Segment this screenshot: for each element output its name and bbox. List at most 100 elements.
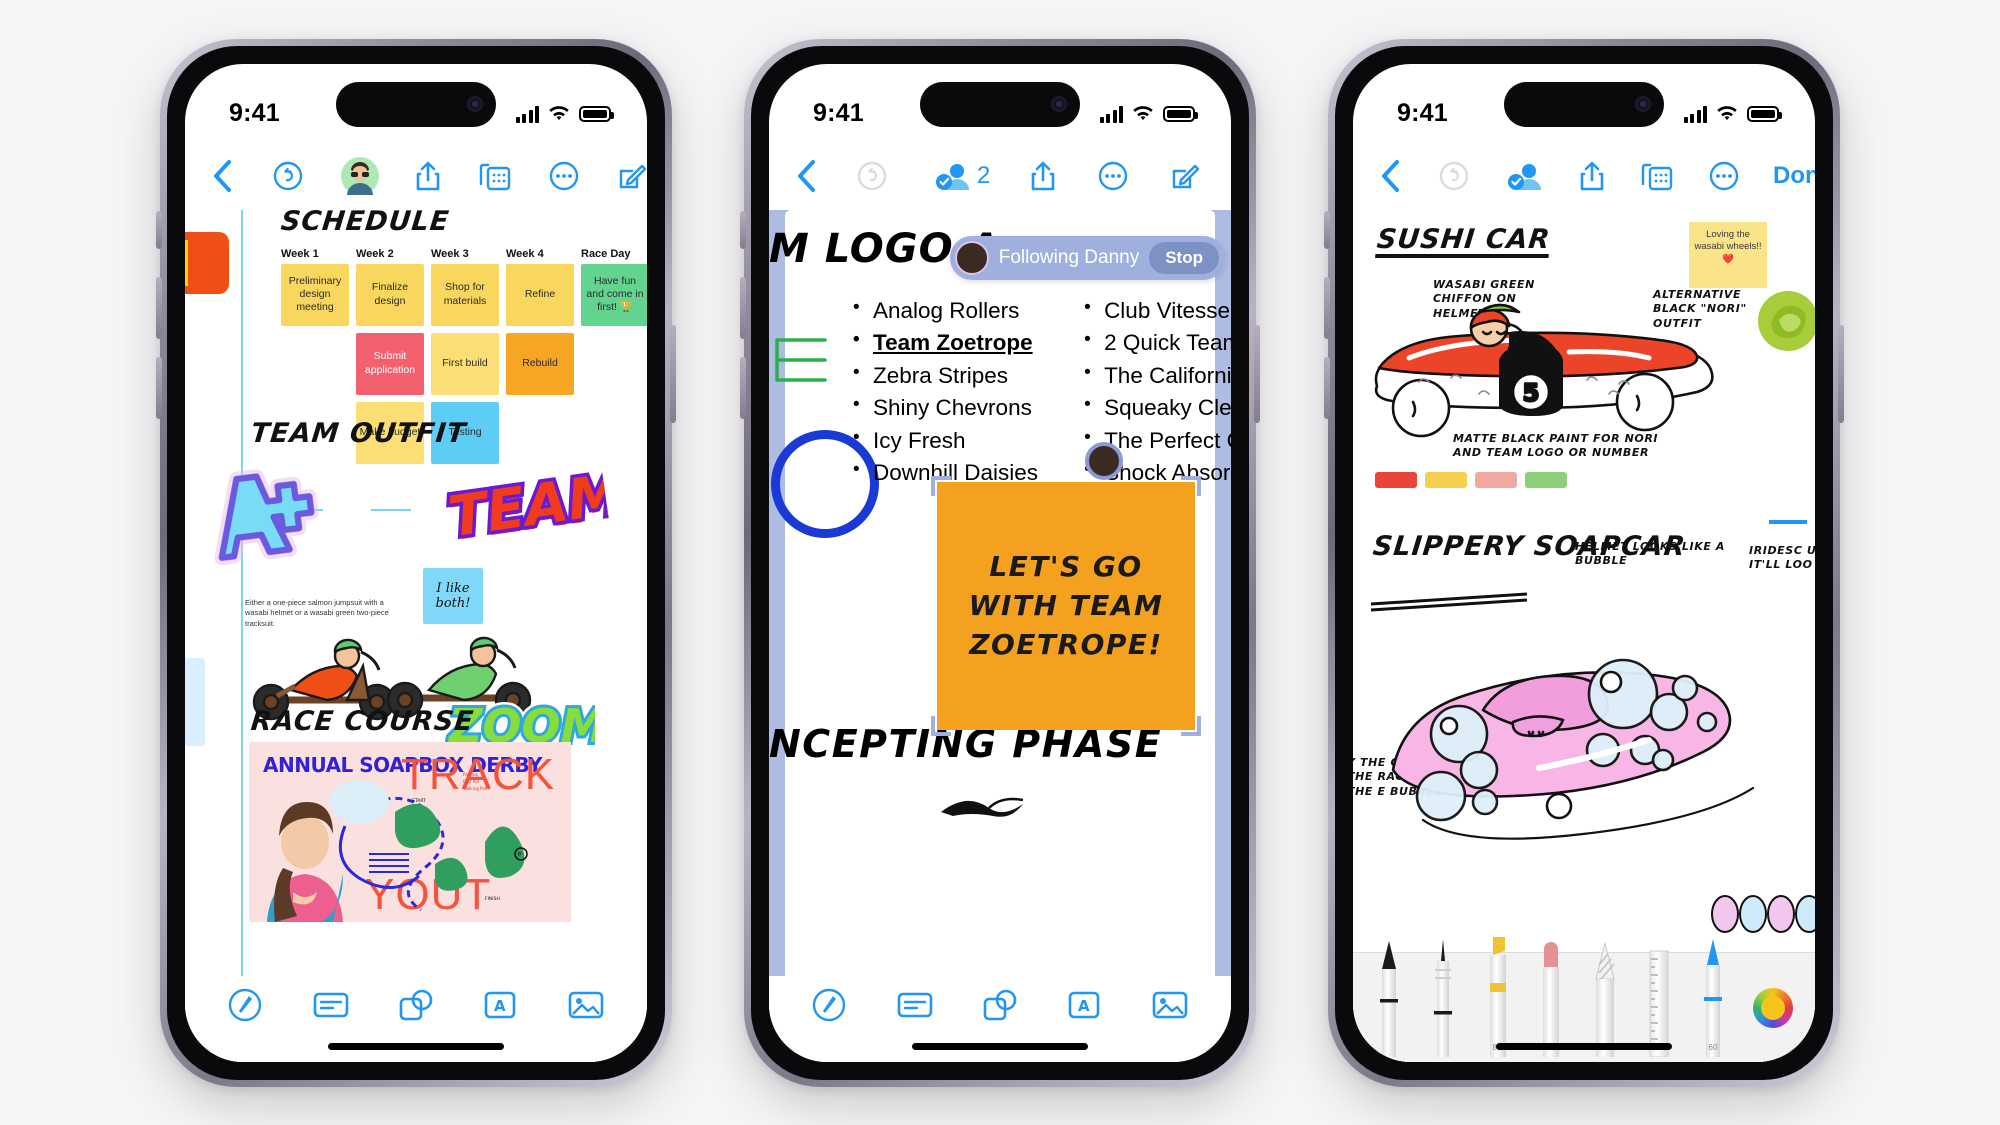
volume-up-button[interactable] — [740, 276, 746, 339]
chevron-left-icon[interactable] — [795, 159, 817, 193]
heading-underline — [1370, 592, 1528, 611]
markup-compose-icon[interactable] — [617, 161, 647, 191]
home-indicator[interactable] — [912, 1042, 1088, 1050]
list-item-selected[interactable]: Team Zoetrope — [851, 329, 1038, 356]
markup-pen-icon[interactable] — [228, 988, 262, 1027]
selection-handle-bottom-left[interactable] — [931, 715, 951, 736]
svg-text:TEAM!: TEAM! — [445, 457, 613, 549]
selection-handle-bottom-right[interactable] — [1181, 715, 1201, 736]
mute-switch[interactable] — [1324, 210, 1330, 249]
markup-compose-icon[interactable] — [1170, 161, 1200, 191]
team-name-list: Analog Rollers Team Zoetrope Zebra Strip… — [851, 297, 1231, 487]
more-ellipsis-icon[interactable] — [549, 161, 579, 191]
collaboration-people-icon[interactable] — [935, 160, 971, 192]
collaboration-people-icon[interactable] — [1507, 160, 1543, 192]
list-item[interactable]: Analog Rollers — [851, 297, 1038, 324]
insert-object-icon[interactable] — [479, 161, 511, 191]
share-icon[interactable] — [1030, 160, 1056, 192]
orange-shape-sticker[interactable] — [185, 231, 229, 294]
photo-media-icon[interactable] — [1152, 990, 1188, 1025]
schedule-column: Race Day Have fun and come in first! 🏆 — [581, 248, 647, 464]
share-icon[interactable] — [1579, 160, 1605, 192]
race-course-map[interactable]: ANNUAL SOAPBOX DERBY TRACK YOUT Parking … — [249, 741, 571, 922]
undo-icon[interactable] — [273, 161, 303, 191]
sticky-note-comment[interactable]: Loving the wasabi wheels!! ❤️ — [1689, 221, 1767, 288]
list-item[interactable]: Shiny Chevrons — [851, 394, 1038, 421]
note-line: WITH TEAM — [968, 589, 1164, 622]
volume-down-button[interactable] — [1324, 356, 1330, 419]
freeform-board-left[interactable]: SCHEDULE Week 1 Preliminary design meeti… — [185, 209, 647, 1062]
sticky-note[interactable]: Have fun and come in first! 🏆 — [581, 263, 647, 326]
markup-pen-icon[interactable] — [812, 988, 846, 1027]
status-indicators — [1099, 105, 1198, 123]
list-column-left: Analog Rollers Team Zoetrope Zebra Strip… — [851, 297, 1038, 487]
text-box-icon[interactable] — [897, 990, 933, 1025]
power-button[interactable] — [1254, 324, 1260, 423]
stop-following-button[interactable]: Stop — [1149, 241, 1219, 274]
volume-down-button[interactable] — [156, 356, 162, 419]
swatch-yellow[interactable] — [1425, 471, 1467, 488]
collaborator-avatar-icon[interactable] — [341, 156, 379, 195]
column-header: Race Day — [581, 247, 631, 260]
pen-tool[interactable] — [1375, 935, 1403, 1062]
battery-icon — [1163, 105, 1198, 122]
more-ellipsis-icon[interactable] — [1098, 161, 1128, 191]
swatch-salmon[interactable] — [1475, 471, 1517, 488]
comment-sticky-note[interactable]: I like both! — [423, 567, 483, 624]
freeform-board-center[interactable]: M LOGO A Analog Rollers Team Zoetrope Ze… — [769, 209, 1231, 1062]
text-box-icon[interactable] — [313, 990, 349, 1025]
svg-text:A: A — [1078, 997, 1090, 1015]
power-button[interactable] — [1838, 324, 1844, 423]
insert-object-icon[interactable] — [1641, 161, 1673, 191]
text-style-icon[interactable]: A — [483, 990, 517, 1025]
soap-car-drawing — [1391, 658, 1755, 840]
chevron-left-icon[interactable] — [211, 159, 233, 193]
swatch-red[interactable] — [1375, 471, 1417, 488]
markup-toolbar-center: 2 — [769, 141, 1231, 210]
mute-switch[interactable] — [156, 210, 162, 249]
side-card-thumbnail[interactable] — [185, 657, 205, 746]
text-style-icon[interactable]: A — [1067, 990, 1101, 1025]
done-button[interactable]: Done — [1773, 162, 1815, 190]
tool-opacity-label: 60 — [1708, 1042, 1718, 1052]
svg-text:P: P — [518, 852, 522, 858]
list-item[interactable]: Squeaky Clean — [1082, 394, 1231, 421]
selection-handle-top-left[interactable] — [931, 475, 951, 496]
home-indicator[interactable] — [328, 1042, 504, 1050]
volume-up-button[interactable] — [156, 276, 162, 339]
list-item[interactable]: Club Vitesse — [1082, 297, 1231, 324]
swatch-green[interactable] — [1525, 471, 1567, 488]
shapes-icon[interactable] — [399, 989, 433, 1026]
wasabi-photo[interactable] — [1755, 288, 1815, 354]
photo-media-icon[interactable] — [568, 990, 604, 1025]
list-item[interactable]: Zebra Stripes — [851, 362, 1038, 389]
document-page[interactable]: M LOGO A Analog Rollers Team Zoetrope Ze… — [769, 209, 1231, 998]
screen: 9:41 — [185, 63, 647, 1062]
shapes-icon[interactable] — [983, 989, 1017, 1026]
more-ellipsis-icon[interactable] — [1709, 161, 1739, 191]
volume-down-button[interactable] — [740, 356, 746, 419]
signature-doodle — [941, 797, 1024, 817]
color-picker-wheel-icon[interactable] — [1753, 987, 1793, 1028]
chevron-left-icon[interactable] — [1379, 159, 1401, 193]
mute-switch[interactable] — [740, 210, 746, 249]
iphone-center: 9:41 2 M LOGO A • Analog Rollers • Team … — [740, 38, 1260, 1087]
a-plus-sticker[interactable]: A+ — [207, 462, 323, 566]
fountain-pen-tool[interactable] — [1429, 935, 1457, 1062]
home-indicator[interactable] — [1496, 1042, 1672, 1050]
list-item[interactable]: Icy Fresh — [851, 427, 1038, 454]
list-item[interactable]: 2 Quick Team — [1082, 329, 1231, 356]
cellular-signal-icon — [1099, 105, 1123, 123]
share-icon[interactable] — [415, 160, 441, 192]
list-item[interactable]: The California R — [1082, 362, 1231, 389]
selected-sticky-note[interactable]: LET'S GO WITH TEAM ZOETROPE! — [937, 481, 1195, 730]
selection-handle-top-right[interactable] — [1181, 475, 1201, 496]
battery-icon — [579, 105, 614, 122]
power-button[interactable] — [670, 324, 676, 423]
volume-up-button[interactable] — [1324, 276, 1330, 339]
marker-tool[interactable]: 60 — [1699, 935, 1727, 1062]
dynamic-island — [920, 81, 1080, 127]
wifi-icon — [1132, 105, 1154, 122]
undo-icon — [1439, 161, 1469, 191]
freeform-board-right[interactable]: SUSHI CAR Loving the wasabi wheels!! ❤️ … — [1353, 209, 1815, 1062]
